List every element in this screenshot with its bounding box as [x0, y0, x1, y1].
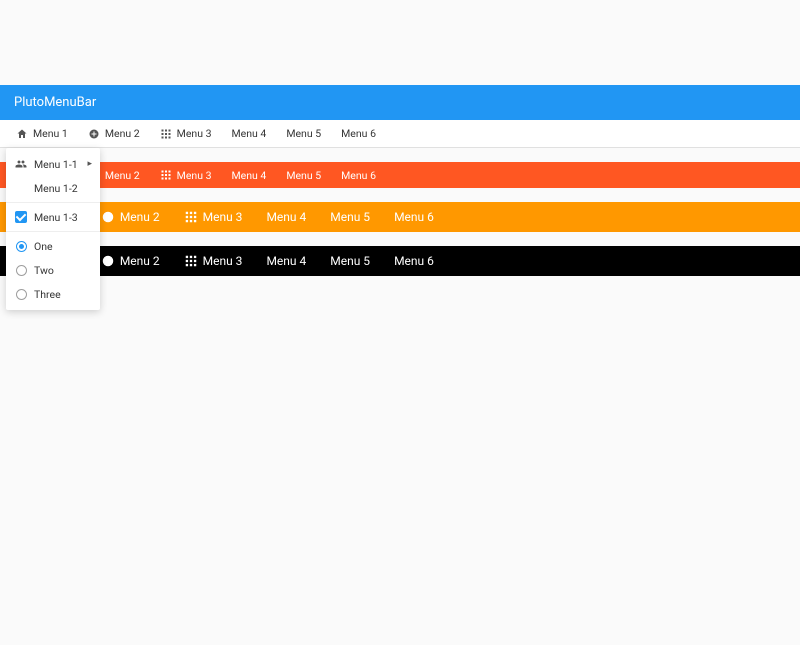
dropdown-label: Three [34, 288, 92, 301]
dropdown-label: Menu 1-1 [34, 158, 87, 171]
menu-label: Menu 4 [231, 127, 266, 140]
dropdown-item-three[interactable]: Three [6, 282, 100, 306]
menu-item-3[interactable]: Menu 3 [150, 120, 222, 147]
add-circle-icon [88, 128, 100, 140]
menu-label: Menu 2 [120, 254, 160, 268]
menu-label: Menu 6 [341, 127, 376, 140]
menu-label: Menu 5 [330, 254, 370, 268]
menu-label: Menu 3 [203, 210, 243, 224]
dropdown-item-one[interactable]: One [6, 234, 100, 258]
menubar-deep-orange: Menu 1 Menu 2 Menu 3 Menu 4 Menu 5 Menu … [0, 162, 800, 188]
dropdown-label: Menu 1-3 [34, 211, 92, 224]
menu-item-5[interactable]: Menu 5 [318, 246, 382, 276]
dropdown-label: One [34, 240, 92, 253]
menu-item-5[interactable]: Menu 5 [318, 202, 382, 232]
app-header: PlutoMenuBar [0, 85, 800, 120]
menu-item-2[interactable]: Menu 2 [89, 246, 172, 276]
menu-item-6[interactable]: Menu 6 [331, 120, 386, 147]
menu-item-6[interactable]: Menu 6 [331, 162, 386, 188]
menu-label: Menu 3 [177, 169, 212, 182]
apps-icon [184, 254, 198, 268]
menu-label: Menu 6 [394, 210, 434, 224]
menu-label: Menu 5 [330, 210, 370, 224]
dropdown-label: Two [34, 264, 92, 277]
checkbox-icon [14, 211, 28, 223]
menu-item-4[interactable]: Menu 4 [221, 162, 276, 188]
menu-label: Menu 2 [120, 210, 160, 224]
add-circle-icon [101, 254, 115, 268]
menu-item-5[interactable]: Menu 5 [276, 162, 331, 188]
menu-label: Menu 5 [286, 127, 321, 140]
apps-icon [184, 210, 198, 224]
menu-label: Menu 4 [266, 210, 306, 224]
menu-label: Menu 6 [341, 169, 376, 182]
menu-label: Menu 3 [177, 127, 212, 140]
apps-icon [160, 169, 172, 181]
menu-item-3[interactable]: Menu 3 [150, 162, 222, 188]
menubar-orange: Menu 1 Menu 2 Menu 3 Menu 4 Menu 5 Menu … [0, 202, 800, 232]
divider [6, 231, 100, 232]
home-icon [16, 128, 28, 140]
menu-label: Menu 4 [266, 254, 306, 268]
menu-label: Menu 2 [105, 127, 140, 140]
people-icon [14, 158, 28, 170]
divider [6, 202, 100, 203]
menu-item-3[interactable]: Menu 3 [172, 246, 255, 276]
apps-icon [160, 128, 172, 140]
menu-item-4[interactable]: Menu 4 [221, 120, 276, 147]
menu-label: Menu 5 [286, 169, 321, 182]
menu-label: Menu 1 [33, 127, 68, 140]
menu-item-6[interactable]: Menu 6 [382, 246, 446, 276]
menubar-black: Menu 1 Menu 2 Menu 3 Menu 4 Menu 5 Menu … [0, 246, 800, 276]
menu-item-4[interactable]: Menu 4 [254, 246, 318, 276]
menu-item-6[interactable]: Menu 6 [382, 202, 446, 232]
menu-item-2[interactable]: Menu 2 [89, 202, 172, 232]
radio-icon [14, 265, 28, 276]
dropdown-item-menu-1-3[interactable]: Menu 1-3 [6, 205, 100, 229]
chevron-right-icon: ▸ [87, 159, 92, 169]
spacer [0, 232, 800, 246]
dropdown-label: Menu 1-2 [34, 182, 92, 195]
dropdown-item-menu-1-2[interactable]: Menu 1-2 [6, 176, 100, 200]
dropdown-item-two[interactable]: Two [6, 258, 100, 282]
menu-item-3[interactable]: Menu 3 [172, 202, 255, 232]
menu-label: Menu 3 [203, 254, 243, 268]
menu-item-4[interactable]: Menu 4 [254, 202, 318, 232]
add-circle-icon [101, 210, 115, 224]
menu-item-1[interactable]: Menu 1 [6, 120, 78, 147]
menubar-default: Menu 1 Menu 2 Menu 3 Menu 4 Menu 5 Menu … [0, 120, 800, 148]
menu1-dropdown: Menu 1-1 ▸ Menu 1-2 Menu 1-3 One Two Thr… [6, 148, 100, 310]
dropdown-item-menu-1-1[interactable]: Menu 1-1 ▸ [6, 152, 100, 176]
menu-label: Menu 2 [105, 169, 140, 182]
radio-icon [14, 289, 28, 300]
menu-item-2[interactable]: Menu 2 [78, 120, 150, 147]
menu-label: Menu 4 [231, 169, 266, 182]
spacer [0, 148, 800, 162]
menu-item-5[interactable]: Menu 5 [276, 120, 331, 147]
radio-icon [14, 241, 28, 252]
menu-label: Menu 6 [394, 254, 434, 268]
spacer [0, 188, 800, 202]
app-title: PlutoMenuBar [14, 95, 96, 110]
